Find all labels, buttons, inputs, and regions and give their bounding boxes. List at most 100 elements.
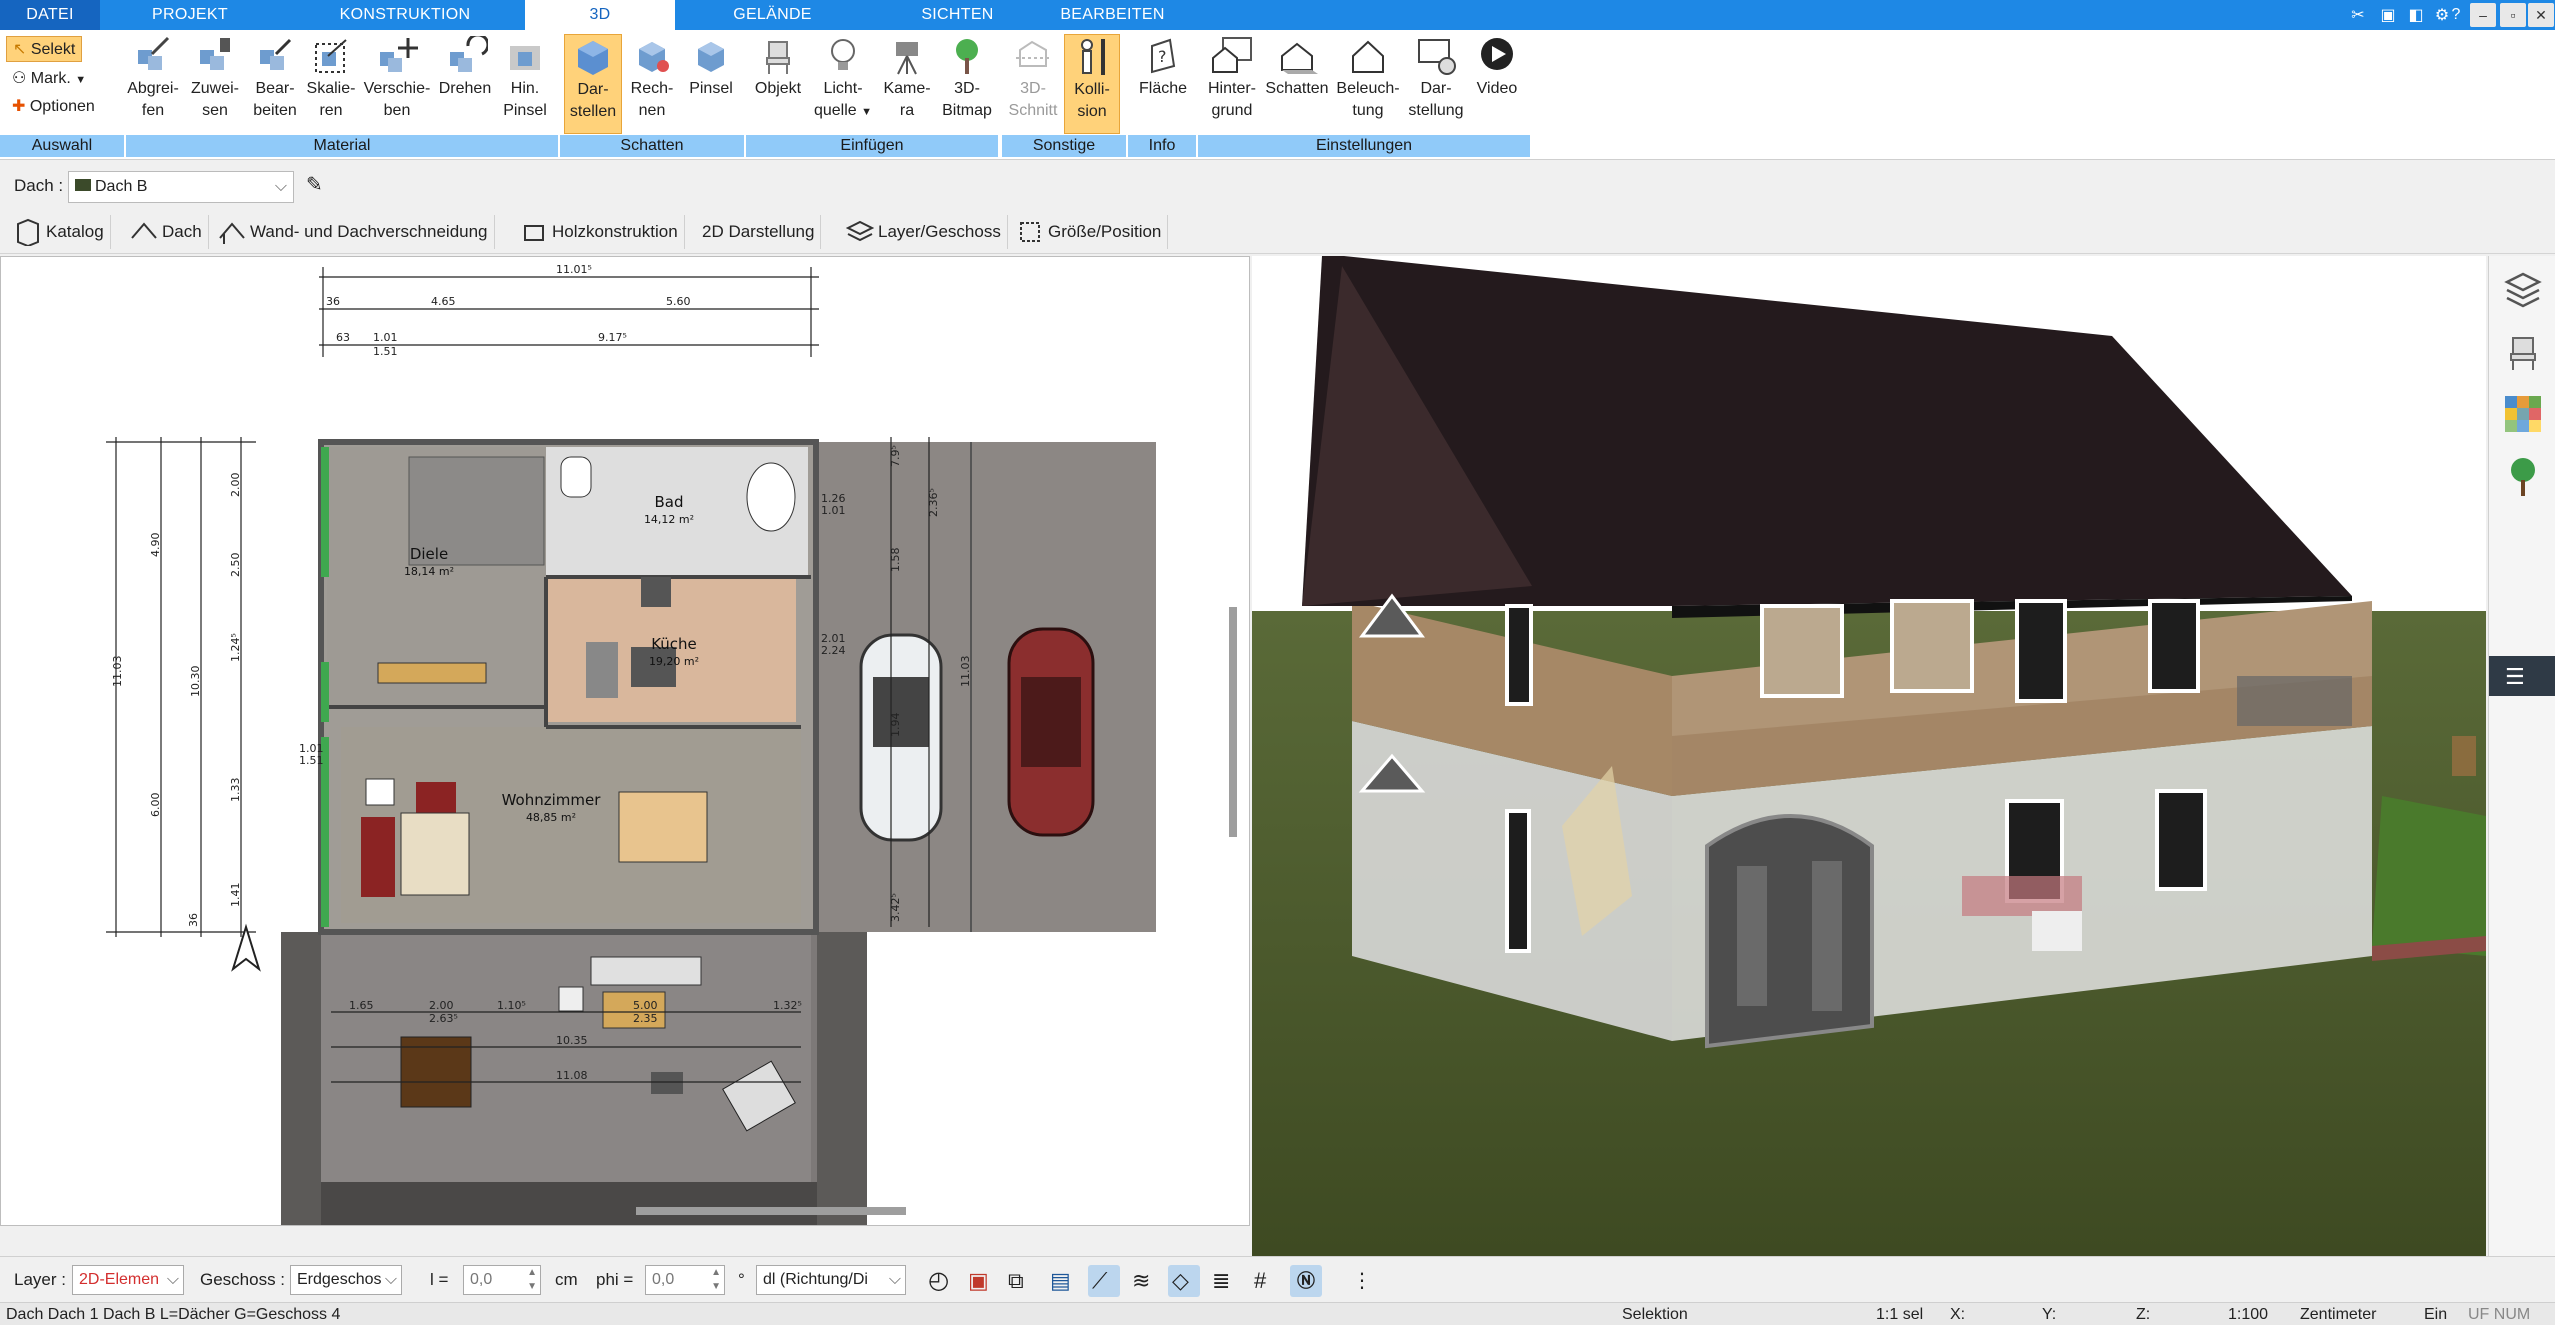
dim-right-f: 1.01 bbox=[821, 504, 846, 517]
render-cube-icon bbox=[578, 41, 608, 75]
abgreifen-button[interactable]: Abgrei-fen bbox=[122, 34, 184, 134]
spinner-icon[interactable]: ▲ ▼ bbox=[711, 1266, 721, 1294]
schatten-settings-button[interactable]: Schatten bbox=[1260, 34, 1334, 134]
tab-3d[interactable]: 3D bbox=[525, 0, 675, 30]
3d-schnitt-button[interactable]: 3D- Schnitt bbox=[1004, 34, 1062, 134]
tab-datei[interactable]: DATEI bbox=[0, 0, 100, 30]
roof-select[interactable]: Dach B ⌵ bbox=[68, 171, 294, 203]
verschieben-button[interactable]: Verschie-ben bbox=[360, 34, 434, 134]
zuweisen-button[interactable]: Zuwei-sen bbox=[184, 34, 246, 134]
kollision-button[interactable]: Kolli-sion bbox=[1064, 34, 1120, 134]
grid-button[interactable]: # bbox=[1250, 1265, 1282, 1297]
roof-small-icon bbox=[75, 179, 91, 191]
tab-gelaende[interactable]: GELÄNDE bbox=[690, 0, 855, 30]
dim-left-d: 2.00 bbox=[229, 473, 242, 498]
layers-3d-icon[interactable] bbox=[2503, 270, 2543, 310]
2d-darstellung-button[interactable]: 2D Darstellung bbox=[696, 215, 822, 249]
groesse-position-button[interactable]: Größe/Position bbox=[1010, 215, 1169, 249]
more-button[interactable]: ⋮ bbox=[1342, 1265, 1374, 1297]
svg-text:?: ? bbox=[1158, 47, 1167, 66]
plan-vertical-scrollbar[interactable] bbox=[1229, 607, 1237, 837]
hin-pinsel-button[interactable]: Hin. Pinsel bbox=[494, 34, 556, 134]
drehen-button[interactable]: Drehen bbox=[432, 34, 498, 134]
minimize-button[interactable]: – bbox=[2470, 3, 2496, 27]
dim-ter-b: 2.00 bbox=[429, 999, 454, 1012]
flaeche-button[interactable]: ? Fläche bbox=[1130, 34, 1196, 134]
pinsel-button[interactable]: Pinsel bbox=[680, 34, 742, 134]
dim-left-h: 1.51 bbox=[299, 754, 324, 767]
mark-button[interactable]: ⚇ Mark. ▼ bbox=[6, 66, 92, 92]
options-button[interactable]: ✚ Optionen bbox=[6, 94, 101, 120]
pencil-icon[interactable]: ✎ bbox=[306, 172, 323, 197]
dach-button[interactable]: Dach bbox=[124, 215, 209, 249]
layer-geschoss-button[interactable]: Layer/Geschoss bbox=[840, 215, 1008, 249]
length-input[interactable]: 0,0 ▲ ▼ bbox=[463, 1265, 541, 1295]
monitor-button[interactable]: ▣ bbox=[964, 1265, 996, 1297]
dim-top-f: 1.51 bbox=[373, 345, 398, 358]
status-keys: UF NUM RF bbox=[2468, 1306, 2531, 1323]
shadow-house-icon bbox=[1281, 42, 1318, 74]
angle-snap-button[interactable]: ⟋ bbox=[1088, 1265, 1120, 1297]
brush-icon bbox=[510, 46, 540, 70]
skalieren-button[interactable]: Skalie-ren bbox=[300, 34, 362, 134]
tab-projekt[interactable]: PROJEKT bbox=[110, 0, 270, 30]
close-button[interactable]: ✕ bbox=[2528, 3, 2554, 27]
furniture-catalog-icon[interactable] bbox=[2503, 332, 2543, 372]
objekt-button[interactable]: Objekt bbox=[748, 34, 808, 134]
3d-bitmap-button[interactable]: 3D- Bitmap bbox=[936, 34, 998, 134]
tab-konstruktion[interactable]: KONSTRUKTION bbox=[300, 0, 510, 30]
tab-bearbeiten[interactable]: BEARBEITEN bbox=[1040, 0, 1185, 30]
object-snap-icon: ▤ bbox=[1050, 1268, 1071, 1293]
object-snap-button[interactable]: ▤ bbox=[1046, 1265, 1078, 1297]
select-button[interactable]: ↖ Selekt bbox=[6, 36, 83, 62]
dim-left-b: 10.30 bbox=[189, 666, 202, 698]
help-icon[interactable]: ? bbox=[2444, 3, 2468, 27]
3d-view[interactable] bbox=[1252, 256, 2486, 1256]
restore-button[interactable]: ▫ bbox=[2500, 3, 2526, 27]
sidebar-menu-button[interactable]: ☰ bbox=[2489, 656, 2555, 696]
window-icon[interactable]: ▣ bbox=[2376, 3, 2400, 27]
wand-dachverschneidung-button[interactable]: Wand- und Dachverschneidung bbox=[212, 215, 495, 249]
dim-left-i: 1.33 bbox=[229, 778, 242, 803]
catalog-icon bbox=[17, 218, 39, 246]
snap-button[interactable]: ⧉ bbox=[1004, 1265, 1036, 1297]
layer-stack-button[interactable]: ≣ bbox=[1208, 1265, 1240, 1297]
hintergrund-button[interactable]: Hinter-grund bbox=[1200, 34, 1264, 134]
clock-button[interactable]: ◴ bbox=[924, 1265, 956, 1297]
kamera-button[interactable]: Kame-ra bbox=[876, 34, 938, 134]
beleuchtung-button[interactable]: Beleuch-tung bbox=[1332, 34, 1404, 134]
darstellung-button[interactable]: Dar-stellung bbox=[1404, 34, 1468, 134]
bearbeiten-button[interactable]: Bear-beiten bbox=[244, 34, 306, 134]
palette-icon[interactable]: ◧ bbox=[2404, 3, 2428, 27]
status-bar: Dach Dach 1 Dach B L=Dächer G=Geschoss 4… bbox=[0, 1302, 2555, 1325]
chevron-down-icon: ⌵ bbox=[274, 178, 287, 195]
dim-top-a: 4.65 bbox=[431, 295, 456, 308]
layer-select[interactable]: 2D-Elemen ⌵ bbox=[72, 1265, 184, 1295]
material-palette-icon[interactable] bbox=[2503, 394, 2543, 434]
tab-sichten[interactable]: SICHTEN bbox=[880, 0, 1035, 30]
plan-horizontal-scrollbar[interactable] bbox=[636, 1207, 906, 1215]
hatch-button[interactable]: ≋ bbox=[1128, 1265, 1160, 1297]
dim-ter-i: 11.08 bbox=[556, 1069, 588, 1082]
darstellen-button[interactable]: Dar-stellen bbox=[564, 34, 622, 134]
dim-left-total: 11.03 bbox=[111, 656, 124, 688]
plant-catalog-icon[interactable] bbox=[2503, 456, 2543, 496]
plane-button[interactable]: ◇ bbox=[1168, 1265, 1200, 1297]
video-button[interactable]: Video bbox=[1466, 34, 1528, 134]
katalog-button[interactable]: Katalog bbox=[8, 215, 111, 249]
lichtquelle-button[interactable]: Licht-quelle ▼ bbox=[808, 34, 878, 134]
dim-ter-g: 1.32⁵ bbox=[773, 999, 802, 1012]
spinner-icon[interactable]: ▲ ▼ bbox=[527, 1266, 537, 1294]
room-bad-name: Bad bbox=[654, 493, 683, 511]
rechnen-button[interactable]: Rech-nen bbox=[624, 34, 680, 134]
phi-input[interactable]: 0,0 ▲ ▼ bbox=[645, 1265, 725, 1295]
geschoss-select[interactable]: Erdgeschos ⌵ bbox=[290, 1265, 402, 1295]
floor-plan-view[interactable]: 11.01⁵ 4.65 5.60 36 9.17⁵ 1.01 1.51 63 1… bbox=[0, 256, 1250, 1226]
tree-icon bbox=[956, 39, 978, 74]
direction-select[interactable]: dl (Richtung/Di ⌵ bbox=[756, 1265, 906, 1295]
dim-top-e: 1.01 bbox=[373, 331, 398, 344]
tools-icon[interactable]: ✂ bbox=[2346, 3, 2370, 27]
holzkonstruktion-button[interactable]: Holzkonstruktion bbox=[514, 215, 685, 249]
room-kueche-area: 19,20 m² bbox=[649, 655, 699, 668]
north-button[interactable]: Ⓝ bbox=[1290, 1265, 1322, 1297]
